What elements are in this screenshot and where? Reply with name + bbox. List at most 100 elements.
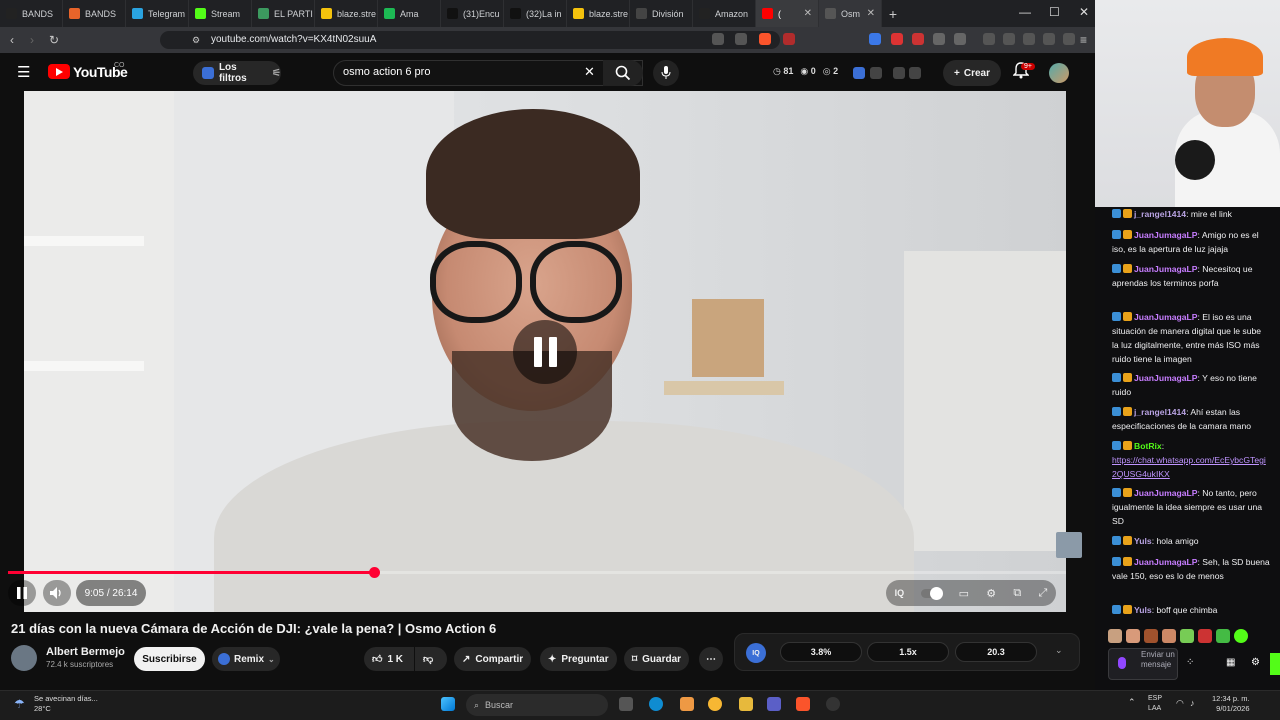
channel-watermark[interactable]	[1056, 532, 1082, 558]
extension-icon[interactable]	[912, 33, 924, 45]
fullscreen-icon[interactable]: ⤢	[1039, 587, 1048, 600]
account-avatar[interactable]	[1049, 63, 1069, 83]
hamburger-icon[interactable]: ☰	[17, 63, 30, 81]
tool-icon[interactable]	[909, 67, 921, 79]
search-button[interactable]	[603, 60, 643, 86]
emote-icon[interactable]	[1198, 629, 1212, 643]
browser-tab[interactable]: Osm ✕	[819, 0, 882, 27]
chat-username[interactable]: JuanJumagaLP	[1134, 557, 1198, 567]
puzzle-icon[interactable]	[933, 33, 945, 45]
browser-tab[interactable]: División	[630, 0, 693, 27]
dislike-button[interactable]: 👎︎	[415, 647, 447, 671]
send-button[interactable]	[1270, 653, 1280, 675]
channel-avatar[interactable]	[11, 645, 37, 671]
ask-button[interactable]: ✦ Preguntar	[540, 647, 617, 671]
emote-icon[interactable]	[1162, 629, 1176, 643]
file-explorer-icon[interactable]	[739, 697, 753, 711]
new-tab-icon[interactable]: +	[882, 6, 904, 22]
back-icon[interactable]: ‹	[10, 33, 14, 47]
vpn-icon[interactable]	[1063, 33, 1075, 45]
subscribe-button[interactable]: Suscribirse	[134, 647, 205, 671]
store-icon[interactable]	[767, 697, 781, 711]
iq-icon[interactable]	[853, 67, 865, 79]
tray-chevron-icon[interactable]: ⌃	[1128, 697, 1136, 708]
share-button[interactable]: ↗ Compartir	[454, 647, 532, 671]
search-value[interactable]: osmo action 6 pro	[343, 66, 430, 78]
taskbar-search[interactable]: ⌕ Buscar	[466, 694, 608, 716]
photos-icon[interactable]	[680, 697, 694, 711]
browser-tab[interactable]: EL PARTI	[252, 0, 315, 27]
iq-icon[interactable]: IQ	[895, 588, 905, 598]
emote-icon[interactable]	[1126, 629, 1140, 643]
chat-username[interactable]: JuanJumagaLP	[1134, 230, 1198, 240]
chat-username[interactable]: Yuls	[1134, 536, 1152, 546]
center-pause-button[interactable]	[513, 320, 577, 384]
close-window-icon[interactable]: ✕	[1079, 5, 1089, 19]
chat-settings-icon[interactable]: ⚙	[1251, 657, 1260, 668]
pause-button[interactable]	[8, 580, 36, 606]
chat-username[interactable]: JuanJumagaLP	[1134, 373, 1198, 383]
brave-shield-icon[interactable]	[759, 33, 771, 45]
maximize-icon[interactable]: ☐	[1049, 5, 1060, 19]
settings-icon[interactable]: ⚙	[986, 587, 996, 600]
chat-username[interactable]: JuanJumagaLP	[1134, 488, 1198, 498]
tool-icon[interactable]	[893, 67, 905, 79]
browser-tab[interactable]: (32)La in	[504, 0, 567, 27]
speaker-icon[interactable]: ♪	[1190, 698, 1195, 708]
chat-placeholder[interactable]: Enviar un mensaje	[1141, 650, 1177, 670]
create-button[interactable]: + Crear	[943, 60, 1001, 86]
browser-tab[interactable]: Stream	[189, 0, 252, 27]
chat-username[interactable]: j_rangel1414	[1134, 209, 1186, 219]
chat-username[interactable]: BotRix	[1134, 441, 1162, 451]
emote-icon[interactable]	[1234, 629, 1248, 643]
site-info-icon[interactable]: ⚙	[192, 35, 200, 46]
wallet-icon[interactable]	[1023, 33, 1035, 45]
weather-widget[interactable]: Se avecinan días... 28°C	[34, 694, 98, 714]
youtube-logo-icon[interactable]	[48, 64, 70, 79]
browser-tab[interactable]: blaze.stre	[567, 0, 630, 27]
clock[interactable]: 12:34 p. m. 9/01/2026	[1212, 694, 1250, 714]
iq-icon[interactable]: IQ	[746, 643, 766, 663]
list-icon[interactable]	[870, 67, 882, 79]
chevron-down-icon[interactable]: ⌄	[1055, 645, 1063, 656]
language-indicator[interactable]: ESP LAA	[1148, 694, 1162, 714]
cast-icon[interactable]	[712, 33, 724, 45]
wifi-icon[interactable]: ◠	[1176, 698, 1184, 709]
emote-icon[interactable]	[1108, 629, 1122, 643]
browser-tab[interactable]: BANDS	[0, 0, 63, 27]
remix-button[interactable]: Remix ⌄	[212, 647, 280, 671]
voice-search-button[interactable]	[653, 60, 679, 86]
microphone-icon[interactable]	[1118, 657, 1126, 669]
close-tab-icon[interactable]: ✕	[804, 8, 812, 19]
brave-icon[interactable]	[796, 697, 810, 711]
copilot-icon[interactable]	[708, 697, 722, 711]
emote-picker-icon[interactable]: ⁘	[1186, 657, 1194, 668]
emote-icon[interactable]	[1180, 629, 1194, 643]
media-icon[interactable]	[983, 33, 995, 45]
share-icon[interactable]	[735, 33, 747, 45]
obs-icon[interactable]	[826, 697, 840, 711]
sidebar-icon[interactable]	[1003, 33, 1015, 45]
browser-tab[interactable]: Amazon	[693, 0, 756, 27]
browser-tab[interactable]: blaze.stre	[315, 0, 378, 27]
emote-icon[interactable]	[1216, 629, 1230, 643]
store-icon[interactable]: ▦	[1226, 657, 1235, 668]
weather-icon[interactable]: ☂	[14, 697, 25, 711]
menu-icon[interactable]: ≡	[1080, 33, 1087, 47]
save-button[interactable]: ⌑ Guardar	[624, 647, 690, 671]
forward-icon[interactable]: ›	[30, 33, 34, 47]
chat-username[interactable]: JuanJumagaLP	[1134, 264, 1198, 274]
chat-username[interactable]: Yuls	[1134, 605, 1152, 615]
progress-scrubber[interactable]	[369, 567, 381, 578]
translate-icon[interactable]	[869, 33, 881, 45]
minimize-icon[interactable]: —	[1019, 5, 1031, 19]
progress-bar[interactable]	[8, 567, 1066, 578]
more-actions-button[interactable]: ⋯	[699, 647, 723, 671]
filters-button[interactable]: Los filtros ⚟	[193, 61, 281, 85]
browser-tab[interactable]: Ama	[378, 0, 441, 27]
close-tab-icon[interactable]: ✕	[867, 8, 875, 19]
leo-icon[interactable]	[1043, 33, 1055, 45]
reload-icon[interactable]: ↻	[49, 33, 59, 47]
miniplayer-icon[interactable]: ⧉	[1013, 587, 1021, 600]
chat-link[interactable]: https://chat.whatsapp.com/EcEybcGTegi2QU…	[1112, 455, 1266, 479]
